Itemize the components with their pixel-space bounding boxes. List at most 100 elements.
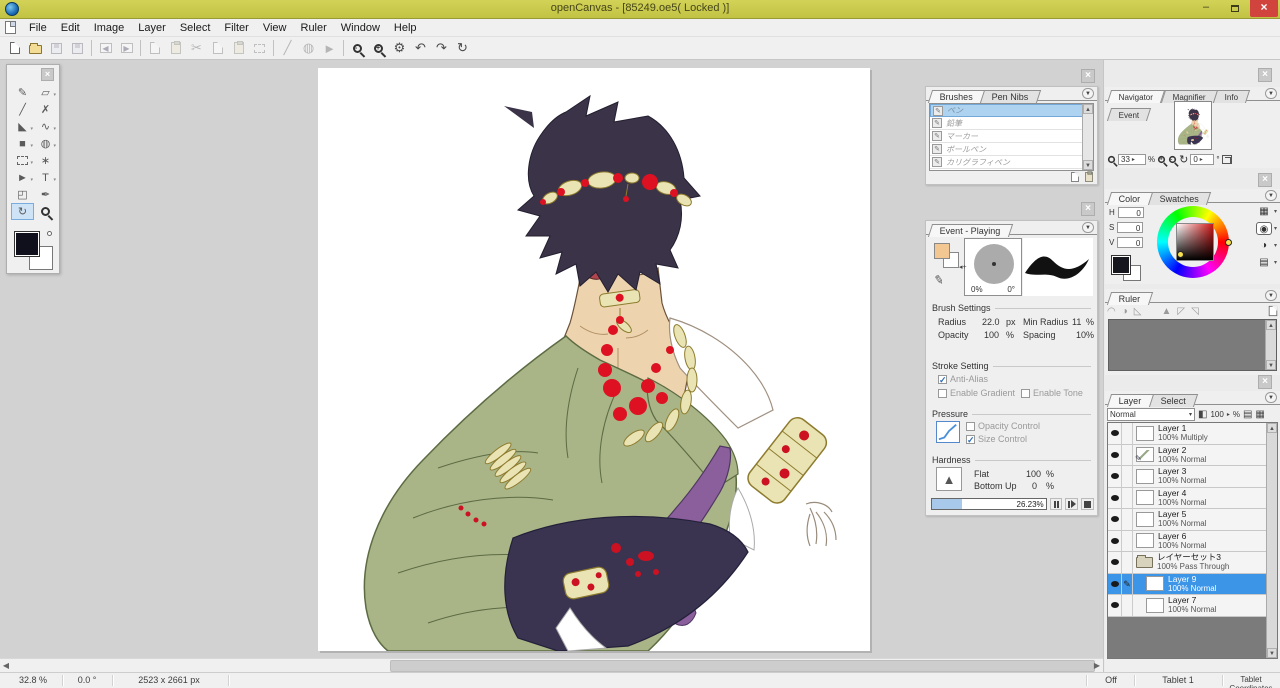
brush-list-scrollbar[interactable]: ▲ ▼: [1082, 104, 1093, 170]
ruler-slope-icon[interactable]: ◺: [1134, 306, 1142, 317]
opacity-value[interactable]: 100: [984, 330, 999, 340]
new-brush-button[interactable]: [1071, 172, 1079, 182]
playback-progress-bar[interactable]: 26.23%: [931, 498, 1047, 510]
radius-value[interactable]: 22.0: [982, 317, 1000, 327]
visibility-toggle[interactable]: [1108, 574, 1122, 595]
navigator-close-button[interactable]: ×: [1258, 68, 1272, 82]
palette-close-button[interactable]: ×: [41, 68, 54, 81]
size-control-checkbox[interactable]: ✓ Size Control: [966, 434, 1027, 444]
eyedropper-tool[interactable]: ✒: [34, 186, 57, 203]
redo-all-button[interactable]: ↻: [452, 39, 473, 58]
document-icon[interactable]: [5, 21, 16, 34]
tab-pen-nibs[interactable]: Pen Nibs: [980, 90, 1041, 103]
stamp-button[interactable]: [228, 39, 249, 58]
crop-tool[interactable]: ◰: [11, 186, 34, 203]
select-all-button[interactable]: [249, 39, 270, 58]
nav-zoom-out-icon[interactable]: -: [1169, 156, 1176, 163]
scroll-up-icon[interactable]: ▲: [1266, 320, 1276, 330]
minimize-button[interactable]: –: [1192, 0, 1220, 17]
layer-set-row[interactable]: レイヤーセット3100% Pass Through: [1108, 552, 1277, 574]
nav-zoom-value[interactable]: 33▸: [1118, 154, 1146, 165]
v-value[interactable]: 0: [1117, 237, 1143, 248]
scroll-down-icon[interactable]: ▼: [1083, 160, 1093, 170]
tab-event-playing[interactable]: Event - Playing: [928, 224, 1013, 237]
color-panel-close-button[interactable]: ×: [1258, 173, 1272, 187]
layer-row[interactable]: Layer 7100% Normal: [1108, 595, 1277, 617]
zoom-in-button[interactable]: +: [368, 39, 389, 58]
layer-row-selected[interactable]: ✎ Layer 9100% Normal: [1108, 574, 1277, 596]
enable-tone-checkbox[interactable]: Enable Tone: [1021, 388, 1083, 398]
layer-combine-icon[interactable]: ▤: [1243, 409, 1252, 420]
save-button[interactable]: [46, 39, 67, 58]
nav-zoom-icon[interactable]: [1108, 156, 1115, 163]
opacity-control-checkbox[interactable]: Opacity Control: [966, 421, 1058, 431]
ruler-tri-right-icon[interactable]: ◹: [1191, 306, 1199, 317]
layer-row[interactable]: Layer 6100% Normal: [1108, 531, 1277, 553]
smudge-tool[interactable]: ∿▾: [34, 118, 57, 135]
layer-row[interactable]: Layer 1100% Multiply: [1108, 423, 1277, 445]
bottom-up-value[interactable]: 0: [1032, 481, 1037, 491]
brushes-panel-close-button[interactable]: ×: [1081, 69, 1095, 83]
primary-color-chip[interactable]: [934, 243, 950, 259]
visibility-toggle[interactable]: [1108, 531, 1122, 552]
color-menu-button[interactable]: ▼: [1265, 190, 1277, 201]
grid-mode-button[interactable]: ▦▾: [1256, 205, 1277, 218]
event-panel-close-button[interactable]: ×: [1081, 202, 1095, 216]
scroll-down-icon[interactable]: ▼: [1267, 648, 1277, 658]
preserve-opacity-icon[interactable]: ◧: [1198, 409, 1207, 420]
ruler-tri-left-icon[interactable]: ◸: [1177, 306, 1185, 317]
wheel-mode-button[interactable]: ◉▾: [1256, 222, 1277, 235]
tab-color[interactable]: Color: [1107, 192, 1153, 205]
bars-mode-button[interactable]: ▤▾: [1256, 256, 1277, 269]
layer-row[interactable]: Layer 5100% Normal: [1108, 509, 1277, 531]
brush-tip-adjust-icon[interactable]: ◂+: [959, 263, 967, 271]
brushes-panel-menu-button[interactable]: ▼: [1082, 88, 1094, 99]
shape-line-button[interactable]: ╱: [277, 39, 298, 58]
shape-circle-button[interactable]: ◍: [298, 39, 319, 58]
tab-brushes[interactable]: Brushes: [928, 90, 985, 103]
gradient-tool[interactable]: ◍▾: [34, 135, 57, 152]
nav-fit-icon[interactable]: [1222, 155, 1232, 164]
visibility-toggle[interactable]: [1108, 509, 1122, 530]
event-panel-menu-button[interactable]: ▼: [1082, 222, 1094, 233]
pen-tool[interactable]: ✎: [11, 84, 34, 101]
foreground-color-swatch[interactable]: [14, 231, 40, 257]
spacing-value[interactable]: 10: [1076, 330, 1086, 340]
brush-item[interactable]: ✎鉛筆: [930, 117, 1093, 130]
ruler-menu-button[interactable]: ▼: [1265, 290, 1277, 301]
pause-button[interactable]: [1050, 498, 1063, 510]
stop-button[interactable]: [1081, 498, 1094, 510]
scroll-up-icon[interactable]: ▲: [1267, 423, 1277, 433]
text-tool[interactable]: T▾: [34, 169, 57, 186]
s-value[interactable]: 0: [1117, 222, 1143, 233]
menu-edit[interactable]: Edit: [54, 20, 87, 36]
visibility-toggle[interactable]: [1108, 445, 1122, 466]
layer-list-scrollbar[interactable]: ▲ ▼: [1266, 423, 1277, 658]
anti-alias-checkbox[interactable]: ✓ Anti-Alias: [938, 374, 988, 384]
close-button[interactable]: ×: [1250, 0, 1278, 17]
tab-navigator[interactable]: Navigator: [1107, 90, 1165, 103]
ruler-ellipse-icon[interactable]: ◑: [1122, 306, 1128, 317]
enable-gradient-checkbox[interactable]: Enable Gradient: [938, 388, 1015, 398]
menu-window[interactable]: Window: [334, 20, 387, 36]
menu-filter[interactable]: Filter: [217, 20, 255, 36]
menu-help[interactable]: Help: [387, 20, 424, 36]
ruler-scrollbar[interactable]: ▲ ▼: [1265, 320, 1276, 370]
canvas[interactable]: [318, 68, 870, 651]
scrollbar-thumb[interactable]: [390, 660, 1095, 672]
blend-mode-select[interactable]: Normal▾: [1107, 408, 1195, 421]
ruler-triangle-icon[interactable]: ▲: [1161, 306, 1171, 317]
zoom-tool[interactable]: [34, 203, 57, 220]
settings-button[interactable]: ⚙: [389, 39, 410, 58]
copy-button[interactable]: [144, 39, 165, 58]
mixer-tool[interactable]: ✗: [34, 101, 57, 118]
undo-button[interactable]: ↶: [410, 39, 431, 58]
magic-wand-tool[interactable]: ∗: [34, 152, 57, 169]
menu-view[interactable]: View: [256, 20, 294, 36]
flat-value[interactable]: 100: [1026, 469, 1041, 479]
layer-row[interactable]: ✎ Layer 2100% Normal: [1108, 445, 1277, 467]
hue-selector-dot[interactable]: [1225, 239, 1232, 246]
visibility-toggle[interactable]: [1108, 488, 1122, 509]
swap-colors-button[interactable]: [47, 231, 52, 236]
nav-rotate-icon[interactable]: ↻: [1179, 153, 1188, 166]
